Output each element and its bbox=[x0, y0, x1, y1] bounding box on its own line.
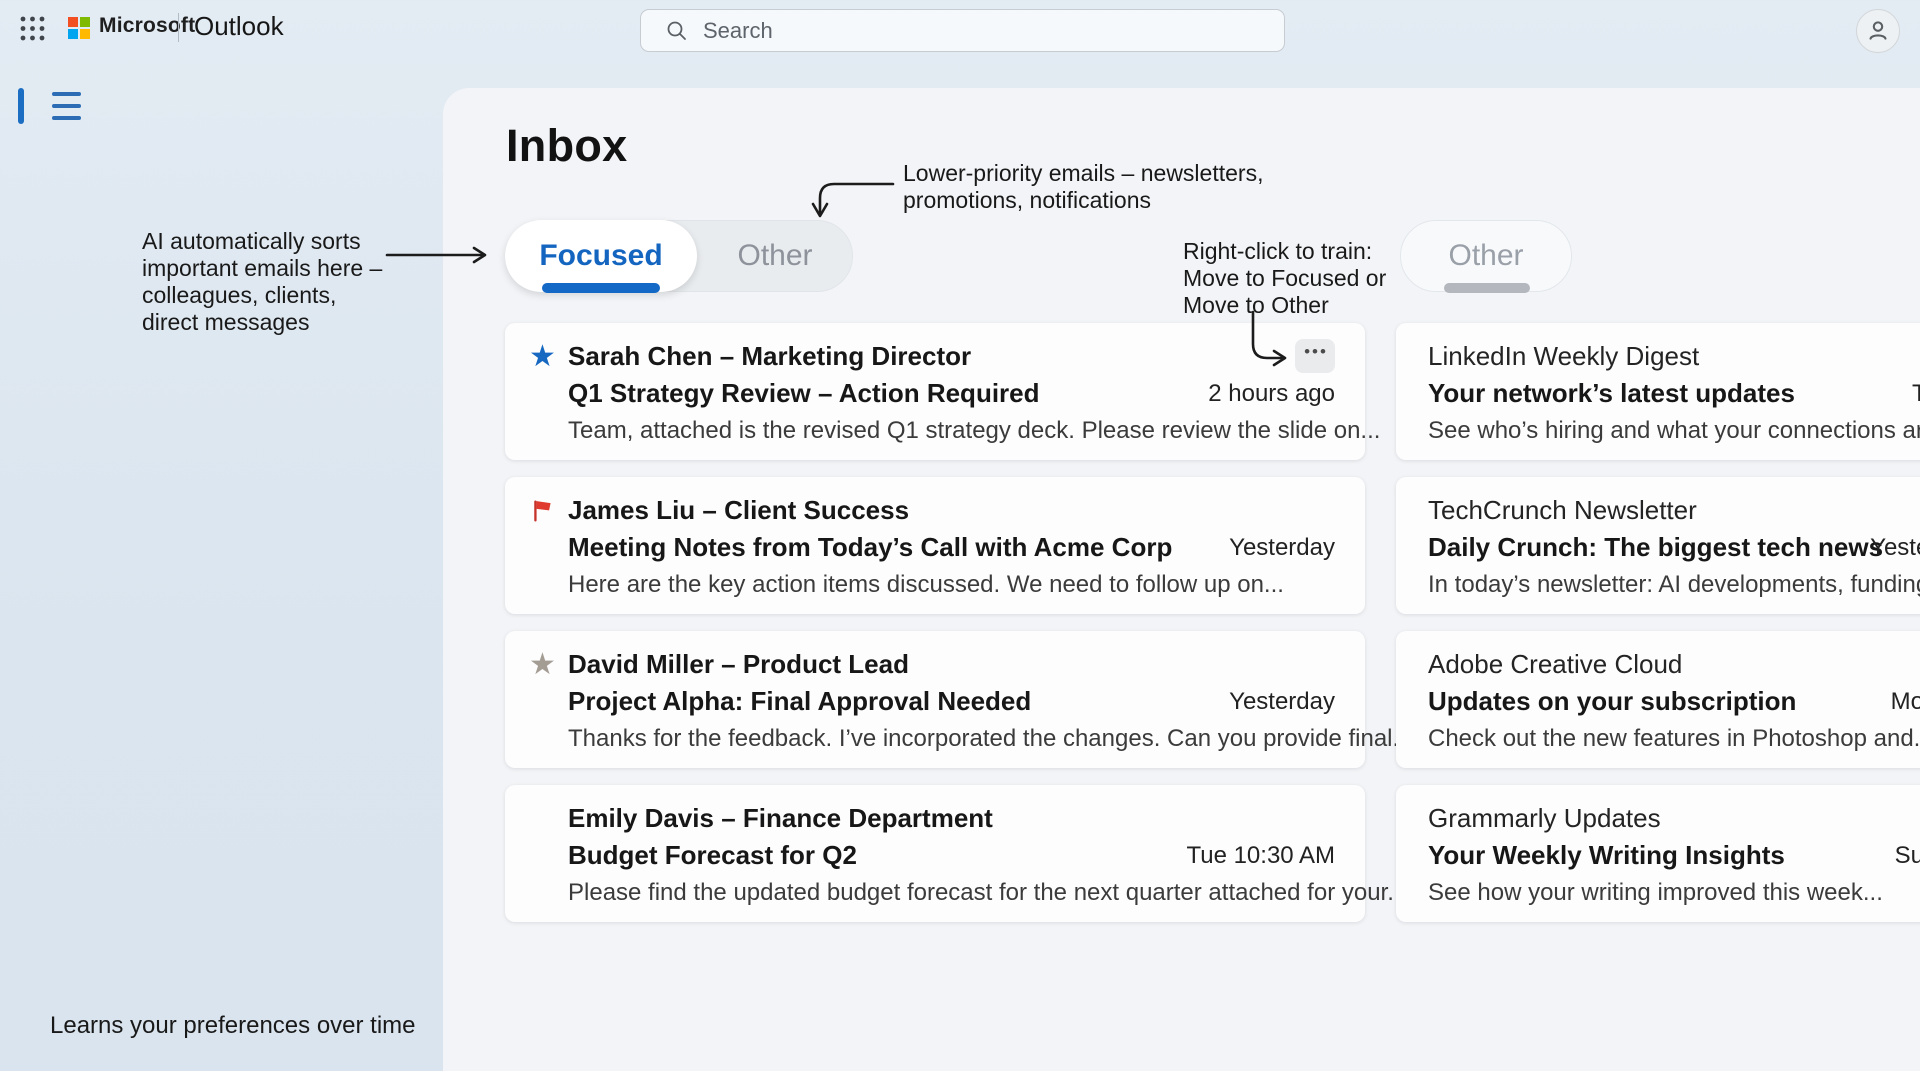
email-preview: Please find the updated budget forecast … bbox=[568, 879, 1407, 907]
search-icon bbox=[665, 19, 689, 43]
email-preview: Team, attached is the revised Q1 strateg… bbox=[568, 417, 1380, 445]
email-time: Sunday bbox=[1895, 842, 1920, 870]
email-subject: Project Alpha: Final Approval Needed bbox=[568, 686, 1031, 717]
other-column-tab[interactable]: Other bbox=[1400, 220, 1572, 292]
email-sender: Sarah Chen – Marketing Director bbox=[568, 341, 971, 372]
tab-other-label: Other bbox=[737, 239, 812, 272]
page-title: Inbox bbox=[506, 120, 628, 172]
email-preview: See who’s hiring and what your connectio… bbox=[1428, 417, 1920, 445]
more-options-button[interactable]: ••• bbox=[1295, 339, 1335, 373]
tab-focused-label: Focused bbox=[539, 239, 662, 272]
email-row-james-liu[interactable]: James Liu – Client Success Meeting Notes… bbox=[505, 477, 1365, 614]
person-icon bbox=[1864, 17, 1892, 45]
email-subject: Your Weekly Writing Insights bbox=[1428, 840, 1785, 871]
email-row-david-miller[interactable]: ★ David Miller – Product Lead Project Al… bbox=[505, 631, 1365, 768]
email-time: 2 hours ago bbox=[1208, 380, 1335, 408]
annotation-right-click-train: Right-click to train: Move to Focused or… bbox=[1183, 238, 1407, 319]
email-row-grammarly[interactable]: Grammarly Updates Your Weekly Writing In… bbox=[1396, 785, 1920, 922]
focused-email-list: ★ Sarah Chen – Marketing Director ••• Q1… bbox=[505, 323, 1365, 922]
email-time: Yesterday bbox=[1229, 534, 1335, 562]
email-time: Yesterday bbox=[1229, 688, 1335, 716]
email-preview: In today’s newsletter: AI developments, … bbox=[1428, 571, 1920, 599]
email-sender: David Miller – Product Lead bbox=[568, 649, 909, 680]
search-box bbox=[640, 9, 1285, 52]
other-column-underline bbox=[1444, 283, 1530, 293]
email-time: Yesterday bbox=[1870, 534, 1920, 562]
app-launcher-icon[interactable] bbox=[14, 11, 50, 47]
tab-other[interactable]: Other bbox=[697, 220, 853, 292]
email-sender: James Liu – Client Success bbox=[568, 495, 909, 526]
email-time: Tue 10:30 AM bbox=[1186, 842, 1335, 870]
email-subject: Q1 Strategy Review – Action Required bbox=[568, 378, 1040, 409]
ms-logo-square bbox=[80, 17, 90, 27]
search-input[interactable] bbox=[701, 17, 1270, 45]
app-title: Outlook bbox=[194, 11, 284, 42]
email-row-sarah-chen[interactable]: ★ Sarah Chen – Marketing Director ••• Q1… bbox=[505, 323, 1365, 460]
email-sender: Emily Davis – Finance Department bbox=[568, 803, 993, 834]
top-bar: Microsoft Outlook bbox=[0, 0, 1920, 55]
email-preview: Thanks for the feedback. I’ve incorporat… bbox=[568, 725, 1413, 753]
focused-active-underline bbox=[542, 283, 660, 293]
email-subject: Your network’s latest updates bbox=[1428, 378, 1795, 409]
email-subject: Updates on your subscription bbox=[1428, 686, 1796, 717]
email-preview: Here are the key action items discussed.… bbox=[568, 571, 1284, 599]
email-time: Today bbox=[1912, 380, 1920, 408]
email-row-techcrunch[interactable]: TechCrunch Newsletter Daily Crunch: The … bbox=[1396, 477, 1920, 614]
microsoft-label: Microsoft bbox=[99, 14, 195, 38]
microsoft-logo-icon bbox=[68, 17, 91, 40]
other-column-tab-label: Other bbox=[1448, 239, 1523, 272]
email-subject: Budget Forecast for Q2 bbox=[568, 840, 857, 871]
annotation-ai-sorts: AI automatically sorts important emails … bbox=[142, 228, 398, 336]
email-row-linkedin[interactable]: LinkedIn Weekly Digest Your network’s la… bbox=[1396, 323, 1920, 460]
tab-focused[interactable]: Focused bbox=[505, 220, 697, 292]
star-icon[interactable]: ★ bbox=[529, 649, 556, 681]
annotation-lower-priority: Lower-priority emails – newsletters, pro… bbox=[903, 160, 1343, 214]
email-preview: Check out the new features in Photoshop … bbox=[1428, 725, 1920, 753]
ms-logo-square bbox=[68, 29, 78, 39]
grid-dots-icon bbox=[19, 15, 46, 42]
email-row-emily-davis[interactable]: Emily Davis – Finance Department Budget … bbox=[505, 785, 1365, 922]
email-preview: See how your writing improved this week.… bbox=[1428, 879, 1883, 907]
ms-logo-square bbox=[68, 17, 78, 27]
email-sender: Adobe Creative Cloud bbox=[1428, 649, 1682, 680]
other-email-list: LinkedIn Weekly Digest Your network’s la… bbox=[1396, 323, 1920, 922]
email-subject: Meeting Notes from Today’s Call with Acm… bbox=[568, 532, 1172, 563]
flag-icon[interactable] bbox=[529, 497, 557, 525]
email-row-adobe[interactable]: Adobe Creative Cloud Updates on your sub… bbox=[1396, 631, 1920, 768]
email-sender: TechCrunch Newsletter bbox=[1428, 495, 1697, 526]
nav-accent-bar bbox=[18, 88, 24, 124]
hamburger-menu-icon[interactable] bbox=[46, 87, 88, 125]
account-button[interactable] bbox=[1856, 9, 1900, 53]
annotation-learns-preferences: Learns your preferences over time bbox=[50, 1012, 470, 1039]
ms-logo-square bbox=[80, 29, 90, 39]
email-sender: LinkedIn Weekly Digest bbox=[1428, 341, 1699, 372]
star-icon[interactable]: ★ bbox=[529, 341, 556, 373]
email-sender: Grammarly Updates bbox=[1428, 803, 1661, 834]
brand-divider bbox=[178, 13, 179, 42]
email-subject: Daily Crunch: The biggest tech news bbox=[1428, 532, 1883, 563]
email-time: Monday bbox=[1891, 688, 1920, 716]
